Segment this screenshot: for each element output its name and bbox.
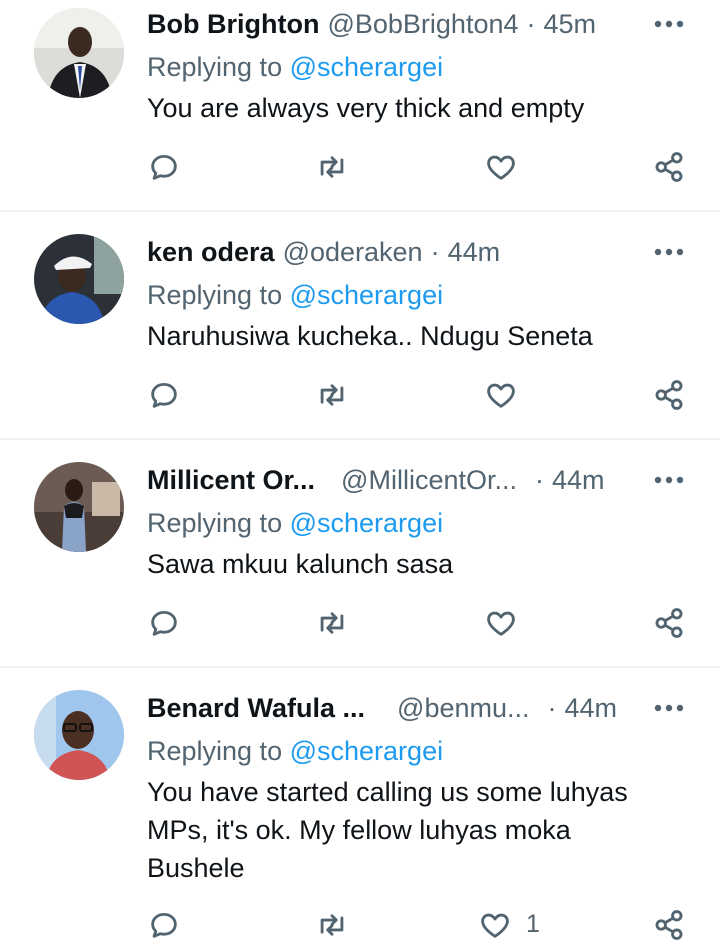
avatar[interactable]: [34, 8, 124, 98]
tweet-header: ken odera @oderaken · 44m: [147, 232, 720, 272]
man-with-glasses-avatar-icon: [34, 690, 124, 780]
tweet[interactable]: ken odera @oderaken · 44m Replying to @s…: [0, 232, 720, 438]
reply-icon: [151, 382, 177, 408]
tweet-text: You are always very thick and empty: [147, 93, 585, 123]
separator-dot: ·: [547, 692, 557, 723]
tweet-header: Benard Wafula ... @benmu... · 44m: [147, 688, 720, 728]
like-button[interactable]: [484, 378, 518, 412]
share-button[interactable]: [652, 378, 686, 412]
replying-to: Replying to @scherargei: [147, 508, 443, 539]
timestamp[interactable]: 44m: [565, 693, 618, 724]
tweet-actions: [0, 150, 720, 190]
like-button[interactable]: [484, 606, 518, 640]
separator-dot: ·: [430, 236, 440, 267]
tweet-text: You have started calling us some luhyas …: [147, 777, 628, 883]
reply-mention-link[interactable]: @scherargei: [290, 736, 443, 766]
share-icon: [655, 910, 683, 940]
tweet-actions: [0, 378, 720, 418]
retweet-icon: [320, 914, 344, 936]
user-handle[interactable]: @benmu...: [397, 693, 529, 724]
display-name[interactable]: Benard Wafula ...: [147, 693, 365, 724]
share-icon: [655, 608, 683, 638]
reply-mention-link[interactable]: @scherargei: [290, 508, 443, 538]
tweet-text: Naruhusiwa kucheka.. Ndugu Seneta: [147, 321, 593, 351]
timestamp[interactable]: 44m: [552, 465, 605, 496]
display-name[interactable]: ken odera: [147, 237, 275, 268]
tweet-actions: [0, 606, 720, 646]
like-button[interactable]: [478, 908, 512, 942]
separator-dot: ·: [526, 8, 536, 39]
retweet-button[interactable]: [315, 908, 349, 942]
divider: [0, 210, 720, 212]
user-handle[interactable]: @MillicentOr...: [341, 465, 517, 496]
reply-button[interactable]: [147, 908, 181, 942]
reply-mention-link[interactable]: @scherargei: [290, 52, 443, 82]
timestamp[interactable]: 45m: [544, 9, 597, 40]
display-name[interactable]: Bob Brighton: [147, 9, 319, 40]
more-options-icon[interactable]: [654, 248, 684, 256]
retweet-icon: [320, 612, 344, 634]
more-options-icon[interactable]: [654, 476, 684, 484]
avatar[interactable]: [34, 234, 124, 324]
like-count: 1: [526, 910, 540, 938]
like-button[interactable]: [484, 150, 518, 184]
tweet-actions: 1: [0, 908, 720, 948]
replying-label: Replying to: [147, 508, 283, 538]
replying-label: Replying to: [147, 736, 283, 766]
more-options-icon[interactable]: [654, 704, 684, 712]
share-button[interactable]: [652, 908, 686, 942]
reply-button[interactable]: [147, 150, 181, 184]
reply-icon: [151, 154, 177, 180]
tweet[interactable]: Bob Brighton @BobBrighton4 · 45m Replyin…: [0, 0, 720, 210]
heart-icon: [487, 155, 515, 180]
tweet-header: Millicent Or... @MillicentOr... · 44m: [147, 460, 720, 500]
tweet[interactable]: Millicent Or... @MillicentOr... · 44m Re…: [0, 460, 720, 666]
replying-to: Replying to @scherargei: [147, 736, 443, 767]
replying-label: Replying to: [147, 52, 283, 82]
share-icon: [655, 152, 683, 182]
user-handle[interactable]: @oderaken: [283, 237, 423, 268]
retweet-button[interactable]: [315, 150, 349, 184]
heart-icon: [481, 913, 509, 938]
avatar[interactable]: [34, 462, 124, 552]
replying-label: Replying to: [147, 280, 283, 310]
reply-button[interactable]: [147, 378, 181, 412]
retweet-icon: [320, 384, 344, 406]
woman-in-restaurant-avatar-icon: [34, 462, 124, 552]
retweet-button[interactable]: [315, 606, 349, 640]
divider: [0, 666, 720, 668]
retweet-button[interactable]: [315, 378, 349, 412]
person-in-suit-avatar-icon: [34, 8, 124, 98]
share-button[interactable]: [652, 150, 686, 184]
divider: [0, 438, 720, 440]
reply-button[interactable]: [147, 606, 181, 640]
share-button[interactable]: [652, 606, 686, 640]
reply-icon: [151, 912, 177, 938]
tweet-text: Sawa mkuu kalunch sasa: [147, 549, 454, 579]
tweet-header: Bob Brighton @BobBrighton4 · 45m: [147, 4, 720, 44]
reply-mention-link[interactable]: @scherargei: [290, 280, 443, 310]
avatar[interactable]: [34, 690, 124, 780]
tweet[interactable]: Benard Wafula ... @benmu... · 44m Replyi…: [0, 688, 720, 940]
user-handle[interactable]: @BobBrighton4: [327, 9, 518, 40]
heart-icon: [487, 383, 515, 408]
replying-to: Replying to @scherargei: [147, 280, 443, 311]
man-with-cap-avatar-icon: [34, 234, 124, 324]
display-name[interactable]: Millicent Or...: [147, 465, 315, 496]
retweet-icon: [320, 156, 344, 178]
reply-icon: [151, 610, 177, 636]
heart-icon: [487, 611, 515, 636]
separator-dot: ·: [534, 464, 544, 495]
more-options-icon[interactable]: [654, 20, 684, 28]
replying-to: Replying to @scherargei: [147, 52, 443, 83]
timestamp[interactable]: 44m: [448, 237, 501, 268]
share-icon: [655, 380, 683, 410]
